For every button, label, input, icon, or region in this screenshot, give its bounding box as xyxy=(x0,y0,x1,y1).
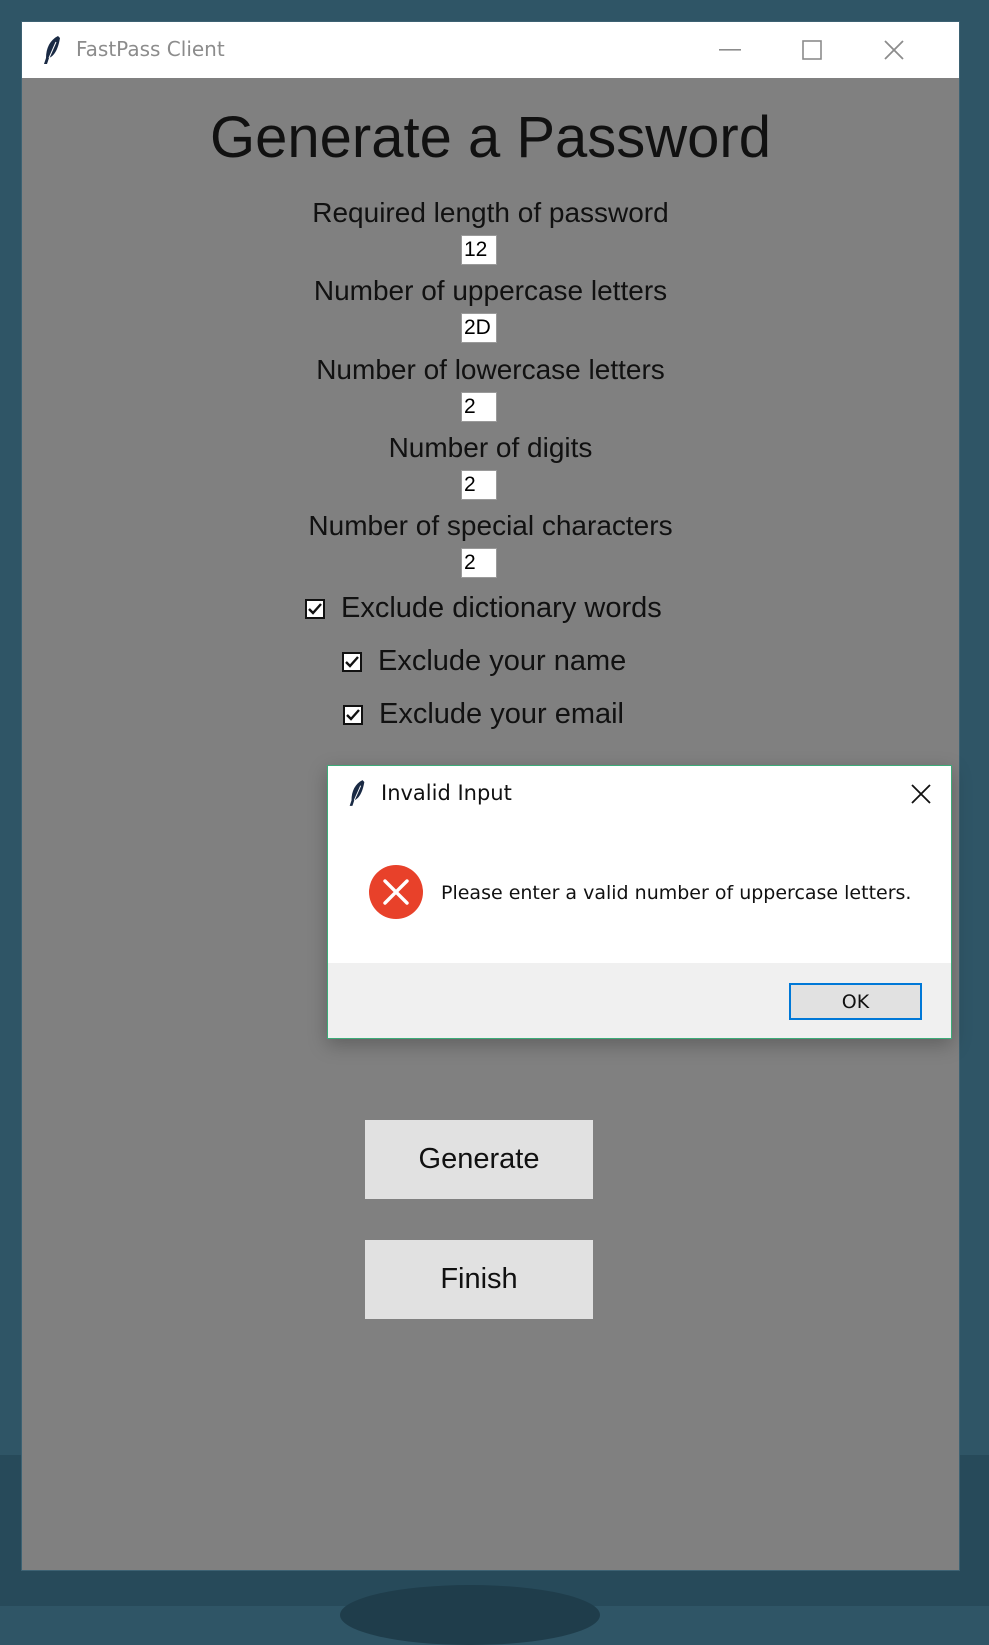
maximize-button[interactable] xyxy=(772,22,852,78)
length-label: Required length of password xyxy=(312,197,669,228)
digits-label: Number of digits xyxy=(388,432,593,463)
dialog-message: Please enter a valid number of uppercase… xyxy=(441,882,912,904)
maximize-icon xyxy=(802,40,822,60)
lowercase-label: Number of lowercase letters xyxy=(316,354,665,385)
title-bar[interactable]: FastPass Client xyxy=(22,22,959,78)
feather-icon xyxy=(349,780,365,806)
error-icon xyxy=(369,865,423,919)
minimize-button[interactable] xyxy=(690,22,770,78)
exclude-email-checkbox[interactable] xyxy=(343,704,363,725)
exclude-name-label: Exclude your name xyxy=(378,645,627,677)
finish-button[interactable]: Finish xyxy=(365,1240,593,1319)
checkmark-icon xyxy=(308,602,322,615)
close-icon xyxy=(911,784,931,804)
special-input[interactable] xyxy=(461,548,497,578)
exclude-dictionary-checkbox[interactable] xyxy=(305,598,325,619)
page-title: Generate a Password xyxy=(210,105,771,170)
lowercase-input[interactable] xyxy=(461,392,497,422)
uppercase-input[interactable] xyxy=(461,313,497,343)
exclude-dictionary-row[interactable]: Exclude dictionary words xyxy=(305,592,662,625)
dialog-title: Invalid Input xyxy=(381,781,512,805)
checkmark-icon xyxy=(345,655,359,668)
length-input[interactable] xyxy=(461,235,497,265)
minimize-icon xyxy=(719,49,741,51)
dialog-footer: OK xyxy=(328,963,951,1038)
close-button[interactable] xyxy=(854,22,934,78)
invalid-input-dialog: Invalid Input Please enter a valid numbe… xyxy=(327,765,952,1039)
exclude-name-checkbox[interactable] xyxy=(342,651,362,672)
exclude-email-row[interactable]: Exclude your email xyxy=(343,698,624,731)
digits-input[interactable] xyxy=(461,470,497,500)
desktop-shape xyxy=(340,1585,600,1645)
exclude-dictionary-label: Exclude dictionary words xyxy=(341,592,662,624)
uppercase-label: Number of uppercase letters xyxy=(313,275,668,306)
close-icon xyxy=(884,40,904,60)
special-label: Number of special characters xyxy=(308,510,673,541)
ok-button[interactable]: OK xyxy=(789,983,922,1020)
generate-button[interactable]: Generate xyxy=(365,1120,593,1199)
feather-icon xyxy=(44,36,60,64)
exclude-email-label: Exclude your email xyxy=(379,698,624,730)
window-title: FastPass Client xyxy=(76,37,225,61)
dialog-close-button[interactable] xyxy=(898,774,944,814)
exclude-name-row[interactable]: Exclude your name xyxy=(342,645,626,678)
checkmark-icon xyxy=(346,708,360,721)
